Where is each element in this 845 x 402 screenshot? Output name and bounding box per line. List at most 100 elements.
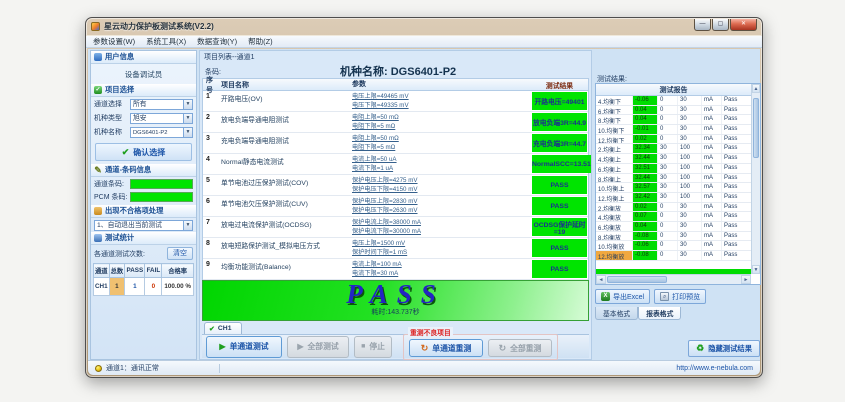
report-value: -0.01 <box>633 125 658 134</box>
all-test-button[interactable]: ▶全部测试 <box>287 336 349 358</box>
item-params: 保护电压上限=4275 mV保护电压下限=4150 mV <box>349 175 531 195</box>
stats-col-header: PASS <box>125 264 145 278</box>
report-item-name: 6.均衡下 <box>596 106 633 115</box>
menu-data-query[interactable]: 数据查询(Y) <box>197 36 237 47</box>
result-panel-label: 测试结果: <box>594 50 762 86</box>
stats-header-row: 通道总数PASSFAIL合格率 <box>94 264 194 278</box>
report-item-name: 6.均衡放 <box>596 222 633 231</box>
test-item-row[interactable]: 6单节电池欠压保护测试(CUV)保护电压上限=2830 mV保护电压下限=263… <box>203 196 588 217</box>
pcm-barcode-field[interactable] <box>130 192 193 202</box>
report-row[interactable]: 12.均衡下0.02030mAPass <box>596 135 751 145</box>
report-max: 30 <box>678 251 702 260</box>
scroll-left-icon[interactable]: ◄ <box>596 275 606 284</box>
chevron-down-icon[interactable]: ▼ <box>183 221 192 230</box>
report-unit: mA <box>702 135 722 144</box>
report-value: -0.08 <box>633 251 658 260</box>
report-min: 0 <box>658 115 678 124</box>
tab-report-format[interactable]: 报表格式 <box>638 307 681 320</box>
test-item-row[interactable]: 4Normal静态电流测试电流上限=50 uA电流下限=1 uANormalSC… <box>203 154 588 175</box>
pencil-icon: ✎ <box>94 166 102 174</box>
report-row[interactable]: 6.均衡下0.04030mAPass <box>596 106 751 116</box>
menu-help[interactable]: 帮助(Z) <box>248 36 273 47</box>
report-row[interactable]: 8.均衡上32.4430100mAPass <box>596 174 751 184</box>
test-item-row[interactable]: 7放电过电流保护测试(OCDSG)保护电流上限=38000 mA保护电流下限=3… <box>203 217 588 238</box>
report-row[interactable]: 2.均衡放0.02030mAPass <box>596 203 751 213</box>
scroll-down-icon[interactable]: ▼ <box>752 265 760 274</box>
report-unit: mA <box>702 251 722 260</box>
test-item-row[interactable]: 3充电负端导通电阻测试电阻上限=50 mΩ电阻下限=5 mΩ充电负端3R=44.… <box>203 133 588 154</box>
report-max: 30 <box>678 212 702 221</box>
checklist-icon: ✓ <box>94 86 102 94</box>
channel-select-dropdown[interactable]: 所有▼ <box>130 99 193 110</box>
vertical-scroll-thumb[interactable] <box>753 98 759 158</box>
report-row[interactable]: 4.均衡上32.4430100mAPass <box>596 154 751 164</box>
machine-type-dropdown[interactable]: 旭安▼ <box>130 113 193 124</box>
stop-button[interactable]: ■停止 <box>354 336 392 358</box>
report-min: 30 <box>658 144 678 153</box>
hide-results-button[interactable]: ♻隐藏测试结果 <box>688 340 760 357</box>
clear-button[interactable]: 清空 <box>167 247 193 260</box>
status-website-link[interactable]: http://www.e-nebula.com <box>676 365 753 372</box>
chevron-down-icon[interactable]: ▼ <box>183 114 192 123</box>
item-number: 8 <box>203 238 219 258</box>
report-row[interactable]: 12.均衡上32.4230100mAPass <box>596 193 751 203</box>
test-item-row[interactable]: 5单节电池过压保护测试(COV)保护电压上限=4275 mV保护电压下限=415… <box>203 175 588 196</box>
report-max: 100 <box>678 183 702 192</box>
tab-ch1[interactable]: ✔ CH1 <box>204 322 242 334</box>
item-name: Normal静态电流测试 <box>219 154 349 174</box>
horizontal-scrollbar[interactable]: ◄ ► <box>596 274 751 284</box>
chevron-down-icon[interactable]: ▼ <box>183 100 192 109</box>
report-row[interactable]: 10.均衡放-0.06030mAPass <box>596 241 751 251</box>
model-name-dropdown[interactable]: DGS6401-P2▼ <box>130 127 193 138</box>
report-item-name: 4.均衡上 <box>596 154 633 163</box>
report-row[interactable]: 10.均衡上32.5730100mAPass <box>596 183 751 193</box>
report-min: 0 <box>658 96 678 105</box>
item-number: 9 <box>203 259 219 279</box>
warning-icon <box>94 207 102 215</box>
report-row[interactable]: 2.均衡上32.3430100mAPass <box>596 144 751 154</box>
test-item-row[interactable]: 9均衡功能测试(Balance)电流上限=100 mA电流下限=30 mAPAS… <box>203 259 588 280</box>
report-row[interactable]: 12.均衡放-0.08030mAPass <box>596 251 751 261</box>
chevron-down-icon[interactable]: ▼ <box>183 128 192 137</box>
channel-barcode-label: 通道条码: <box>94 179 128 189</box>
test-item-row[interactable]: 2放电负端导通电阻测试电阻上限=50 mΩ电阻下限=5 mΩ放电负端3R=44.… <box>203 112 588 133</box>
horizontal-scroll-thumb[interactable] <box>607 276 667 283</box>
confirm-selection-button[interactable]: ✔ 确认选择 <box>95 143 192 161</box>
excel-icon: X <box>601 292 610 301</box>
result-panel: 测试结果: 测试报告 4.均衡下-0.06030mAPass6.均衡下0.040… <box>594 50 762 360</box>
title-bar[interactable]: 星云动力保护板测试系统(V2.2) — ▢ ✕ <box>86 18 762 35</box>
single-channel-retest-button[interactable]: ↻单通道重测 <box>409 339 483 357</box>
single-channel-test-button[interactable]: ▶单通道测试 <box>206 336 282 358</box>
minimize-button[interactable]: — <box>694 19 711 31</box>
report-max: 30 <box>678 96 702 105</box>
report-unit: mA <box>702 232 722 241</box>
maximize-button[interactable]: ▢ <box>712 19 729 31</box>
report-box: 测试报告 4.均衡下-0.06030mAPass6.均衡下0.04030mAPa… <box>595 83 761 285</box>
menu-system-tools[interactable]: 系统工具(X) <box>146 36 186 47</box>
report-row[interactable]: 6.均衡放0.04030mAPass <box>596 222 751 232</box>
tab-basic-format[interactable]: 基本格式 <box>595 307 638 320</box>
close-button[interactable]: ✕ <box>730 19 757 31</box>
scroll-right-icon[interactable]: ► <box>741 275 751 284</box>
left-panel: 用户信息 设备调试员 ✓ 项目选择 通道选择 所有▼ 机种类型 旭安▼ 机种名称… <box>90 50 197 360</box>
export-excel-button[interactable]: X导出Excel <box>595 289 650 304</box>
menu-parameter-settings[interactable]: 参数设置(W) <box>93 36 135 47</box>
scroll-up-icon[interactable]: ▲ <box>752 84 760 93</box>
fail-handling-dropdown[interactable]: 1、自动退出当前测试▼ <box>94 220 193 231</box>
channel-barcode-field[interactable] <box>130 179 193 189</box>
test-item-row[interactable]: 8放电短路保护测试_模拟电压方式电压上限=1500 mV保护时间下限=1 mSP… <box>203 238 588 259</box>
report-row[interactable]: 6.均衡上32.5130100mAPass <box>596 164 751 174</box>
retest-group-label: 重测不良项目 <box>408 327 453 337</box>
test-item-row[interactable]: 1开路电压(OV)电压上限=49465 mV电压下限=49335 mV开路电压=… <box>203 91 588 112</box>
report-unit: mA <box>702 174 722 183</box>
vertical-scrollbar[interactable]: ▲ ▼ <box>751 84 760 274</box>
report-row[interactable]: 8.均衡下0.04030mAPass <box>596 115 751 125</box>
report-row[interactable]: 4.均衡下-0.06030mAPass <box>596 96 751 106</box>
report-row[interactable]: 4.均衡放0.07030mAPass <box>596 212 751 222</box>
report-row[interactable]: 10.均衡下-0.01030mAPass <box>596 125 751 135</box>
report-row[interactable]: 8.均衡放-0.08030mAPass <box>596 232 751 242</box>
print-preview-button[interactable]: ⌕打印预览 <box>654 289 706 304</box>
report-value: 32.44 <box>633 154 658 163</box>
chart-icon <box>94 234 102 242</box>
all-retest-button[interactable]: ↻全部重测 <box>488 339 552 357</box>
